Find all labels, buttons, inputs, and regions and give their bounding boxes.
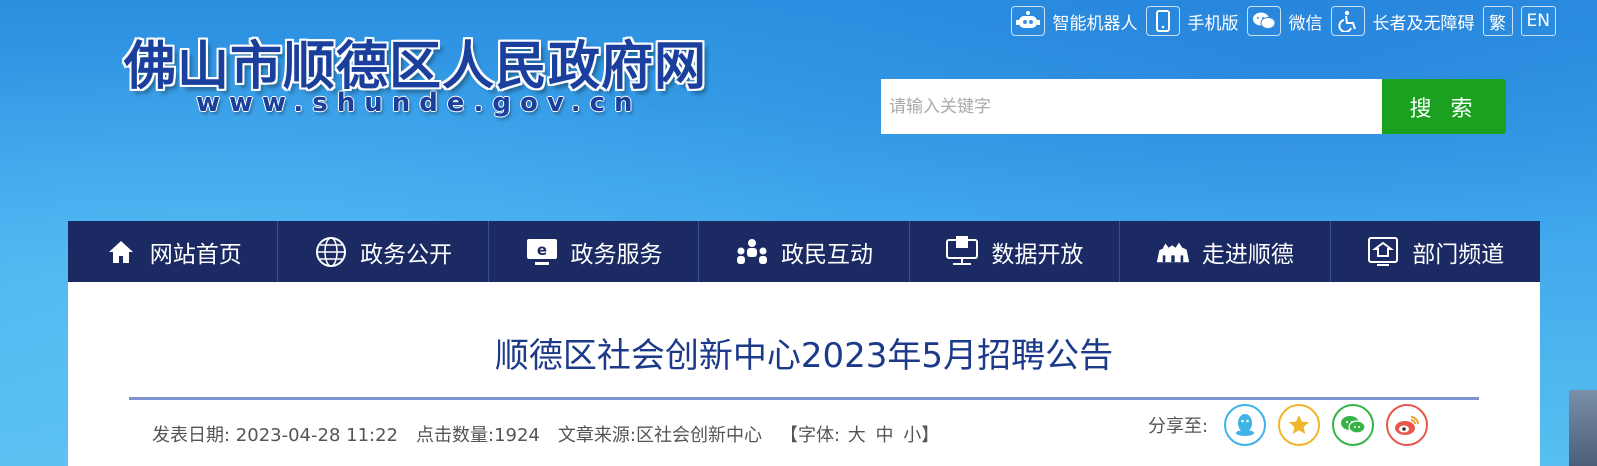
wechat-link[interactable]: 微信 — [1246, 6, 1323, 36]
site-logo-url: www.shunde.gov.cn — [196, 88, 642, 118]
accessible-link[interactable]: 长者及无障碍 — [1330, 6, 1475, 36]
wheelchair-icon — [1330, 6, 1365, 36]
nav-item-open-data[interactable]: 数据开放 — [910, 221, 1121, 282]
people-icon — [735, 235, 769, 269]
nav-label: 走进顺德 — [1201, 241, 1294, 268]
share-bar: 分享至: — [1148, 404, 1429, 446]
wechat-share-icon — [1341, 416, 1366, 434]
nav-item-home[interactable]: 网站首页 — [68, 221, 279, 282]
font-size-small[interactable]: 小】 — [903, 425, 939, 446]
nav-item-government-services[interactable]: e 政务服务 — [489, 221, 700, 282]
search-input[interactable] — [881, 79, 1382, 134]
top-links: 智能机器人 手机版 微信 长者及无障碍 繁 EN — [1010, 4, 1556, 38]
monitor-e-icon: e — [525, 235, 559, 269]
title-divider — [129, 397, 1479, 400]
search-bar: 搜 索 — [881, 79, 1506, 134]
share-qzone-button[interactable] — [1278, 404, 1321, 446]
nav-item-government-affairs[interactable]: 政务公开 — [278, 221, 489, 282]
publish-date: 发表日期: 2023-04-28 11:22 — [152, 425, 398, 446]
article-source: 文章来源:区社会创新中心 — [557, 425, 762, 446]
font-size-medium[interactable]: 中 — [876, 425, 894, 446]
share-label: 分享至: — [1148, 416, 1209, 437]
nav-label: 政务服务 — [570, 241, 663, 268]
decorative-building-edge — [1569, 390, 1597, 466]
nav-label: 政务公开 — [360, 241, 453, 268]
home-icon — [104, 235, 138, 269]
font-size-selector: 【字体: 大 中 小】 — [780, 421, 941, 447]
site-logo[interactable]: 佛山市顺德区人民政府网 www.shunde.gov.cn — [118, 24, 706, 124]
article-meta: 发表日期: 2023-04-28 11:22 点击数量:1924 文章来源:区社… — [152, 421, 941, 447]
svg-text:e: e — [536, 241, 546, 259]
wechat-label: 微信 — [1288, 13, 1323, 34]
robot-label: 智能机器人 — [1052, 13, 1138, 34]
nav-item-departments[interactable]: 部门频道 — [1331, 221, 1540, 282]
nav-label: 网站首页 — [149, 241, 242, 268]
nav-label: 数据开放 — [991, 241, 1084, 268]
share-qq-button[interactable] — [1224, 404, 1267, 446]
main-nav: 网站首页 政务公开 e 政务服务 政民互动 数据开放 走进顺德 部门频道 — [68, 221, 1540, 282]
qq-icon — [1236, 414, 1255, 436]
traditional-chinese-button[interactable]: 繁 — [1482, 6, 1513, 36]
qzone-star-icon — [1289, 415, 1310, 434]
wechat-icon — [1246, 6, 1281, 36]
weibo-icon — [1395, 416, 1420, 435]
data-screen-icon — [945, 235, 979, 269]
robot-link[interactable]: 智能机器人 — [1010, 6, 1138, 36]
mobile-label: 手机版 — [1187, 13, 1239, 34]
nav-label: 部门频道 — [1412, 241, 1505, 268]
globe-icon — [314, 235, 348, 269]
share-weibo-button[interactable] — [1386, 404, 1429, 446]
search-button[interactable]: 搜 索 — [1382, 79, 1506, 134]
mobile-link[interactable]: 手机版 — [1145, 6, 1239, 36]
article-panel: 顺德区社会创新中心2023年5月招聘公告 发表日期: 2023-04-28 11… — [68, 282, 1540, 466]
article-title: 顺德区社会创新中心2023年5月招聘公告 — [494, 336, 1114, 376]
nav-item-interaction[interactable]: 政民互动 — [699, 221, 910, 282]
department-icon — [1366, 235, 1400, 269]
share-wechat-button[interactable] — [1332, 404, 1375, 446]
english-button[interactable]: EN — [1520, 6, 1556, 36]
robot-icon — [1010, 6, 1045, 36]
font-size-label: 【字体: — [779, 425, 841, 446]
mobile-phone-icon — [1145, 6, 1180, 36]
nav-label: 政民互动 — [780, 241, 873, 268]
font-size-large[interactable]: 大 — [848, 425, 866, 446]
accessible-label: 长者及无障碍 — [1372, 13, 1475, 34]
nav-item-about-shunde[interactable]: 走进顺德 — [1120, 221, 1331, 282]
landmark-icon — [1156, 235, 1190, 269]
click-count: 点击数量:1924 — [416, 425, 540, 446]
